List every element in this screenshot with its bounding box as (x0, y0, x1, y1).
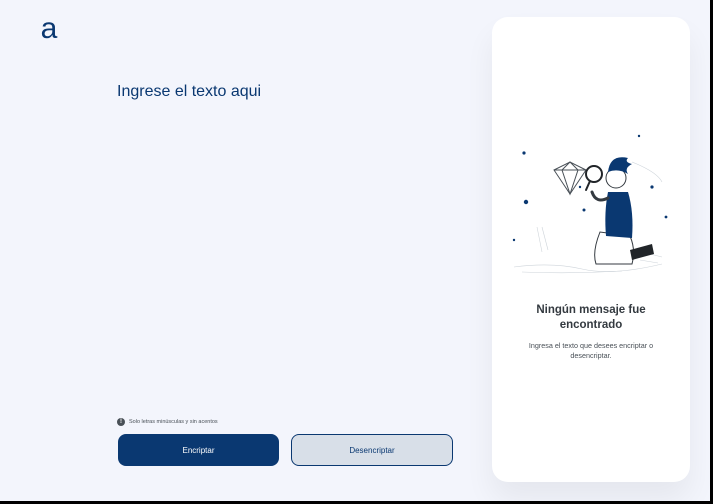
svg-text:a: a (41, 14, 58, 44)
hint-text: Solo letras minúsculas y sin acentos (129, 419, 218, 425)
alura-logo-icon: a (41, 14, 58, 44)
text-input[interactable] (117, 80, 447, 400)
input-hint: ! Solo letras minúsculas y sin acentos (117, 417, 218, 427)
app-page: a ! Solo letras minúsculas y sin acentos… (0, 0, 710, 501)
output-panel: Ningún mensaje fue encontrado Ingresa el… (492, 17, 690, 482)
output-text: Ingresa el texto que desees encriptar o … (528, 341, 654, 360)
encrypt-button[interactable]: Encriptar (118, 434, 279, 466)
decrypt-button[interactable]: Desencriptar (291, 434, 453, 466)
info-icon: ! (117, 418, 125, 426)
person-with-magnifying-glass-illustration (512, 134, 668, 274)
output-title: Ningún mensaje fue encontrado (536, 304, 646, 331)
